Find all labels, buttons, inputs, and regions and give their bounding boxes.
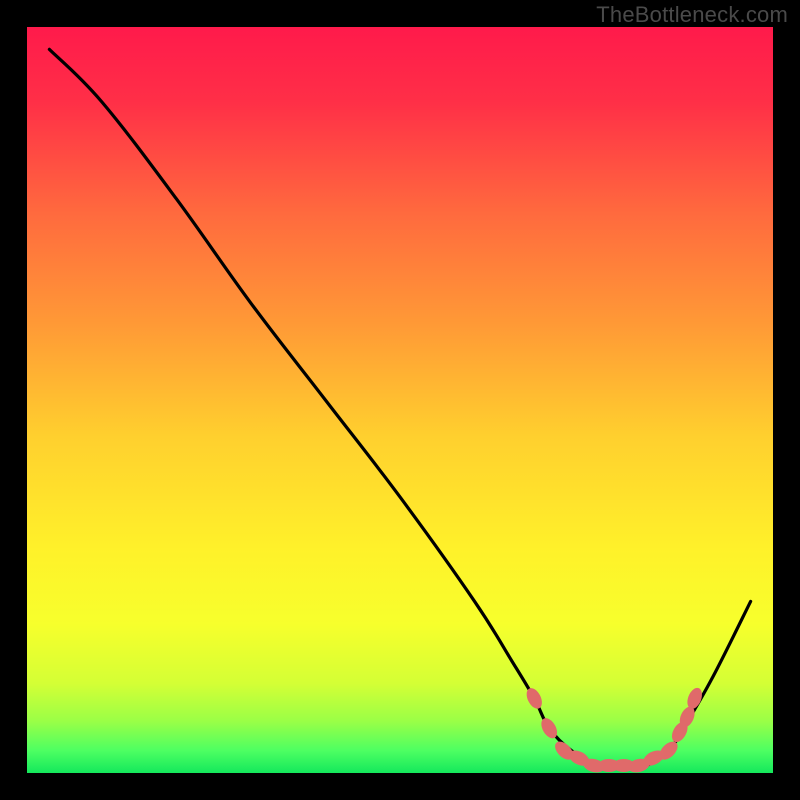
plot-background [27,27,773,773]
bottleneck-chart [0,0,800,800]
chart-stage: TheBottleneck.com [0,0,800,800]
attribution-text: TheBottleneck.com [596,2,788,28]
